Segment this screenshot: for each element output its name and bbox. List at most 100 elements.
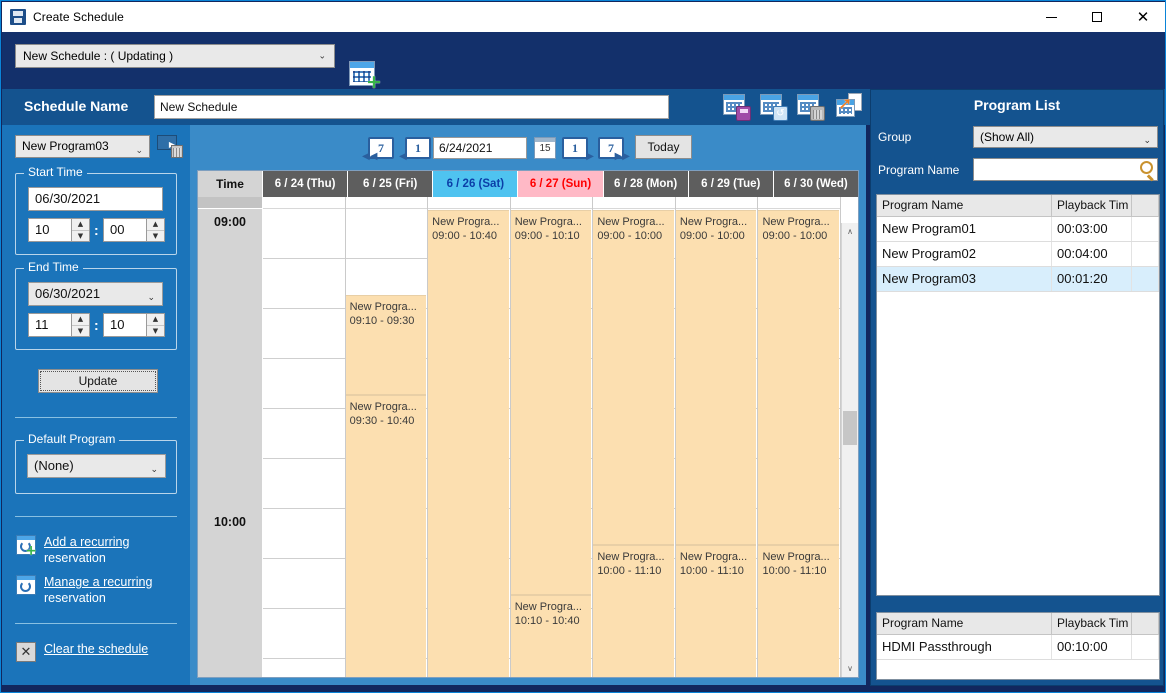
col-header-program-name[interactable]: Program Name: [877, 195, 1052, 217]
start-date-field[interactable]: 06/30/2021: [28, 187, 163, 211]
start-minute-stepper[interactable]: 00 ▲ ▼: [103, 218, 165, 242]
today-button[interactable]: Today: [635, 135, 692, 159]
event-name: New Progra...: [349, 301, 417, 313]
default-program-value: (None): [34, 458, 74, 473]
clear-schedule-line1: Clear the schedule: [44, 642, 149, 656]
calendar-date-input[interactable]: 6/24/2021: [433, 137, 527, 159]
next-week-button[interactable]: 7 ▶▶: [598, 137, 630, 163]
scroll-down-icon[interactable]: ∨: [842, 660, 858, 677]
day-column-3[interactable]: New Progra... 09:00 - 10:10 New Progra..…: [510, 197, 594, 677]
left-sidebar: New Program03 ⌄ Start Time 06/30/2021 10…: [2, 125, 190, 685]
table-row[interactable]: HDMI Passthrough 00:10:00: [877, 635, 1159, 660]
day-header-2[interactable]: 6 / 26 (Sat): [433, 171, 519, 197]
day-column-1[interactable]: New Progra... 09:10 - 09:30 New Progra..…: [345, 197, 429, 677]
program-select[interactable]: New Program03 ⌄: [15, 135, 150, 158]
chevron-down-icon: ⌄: [318, 50, 326, 61]
cell-program-name: New Program03: [877, 267, 1052, 291]
table-row[interactable]: New Program03 00:01:20: [877, 267, 1159, 292]
end-date-field[interactable]: 06/30/2021 ⌄: [28, 282, 163, 306]
new-schedule-button[interactable]: +: [349, 61, 382, 92]
day-header-6[interactable]: 6 / 30 (Wed): [773, 171, 858, 197]
prev-week-button[interactable]: 7 ◀◀: [362, 137, 394, 163]
day-header-0[interactable]: 6 / 24 (Thu): [263, 171, 349, 197]
end-minute-stepper[interactable]: 10 ▲ ▼: [103, 313, 165, 337]
event-block[interactable]: New Progra... 09:00 - 10:00: [758, 210, 840, 545]
close-button[interactable]: ✕: [1120, 2, 1165, 32]
day-header-4[interactable]: 6 / 28 (Mon): [603, 171, 689, 197]
start-hour-up-icon[interactable]: ▲: [72, 219, 89, 231]
time-gap-cell: [198, 197, 262, 209]
search-icon[interactable]: [1140, 161, 1153, 174]
window-controls: ✕: [1028, 2, 1165, 32]
clear-schedule-link[interactable]: ✕ Clear the schedule: [16, 641, 148, 662]
day-header-5[interactable]: 6 / 29 (Tue): [688, 171, 774, 197]
end-minute-down-icon[interactable]: ▼: [147, 326, 164, 337]
maximize-button[interactable]: [1074, 2, 1120, 32]
end-hour-up-icon[interactable]: ▲: [72, 314, 89, 326]
chevron-down-icon: ⌄: [1143, 135, 1151, 145]
event-time: 09:00 - 10:00: [762, 230, 828, 242]
end-time-legend: End Time: [24, 260, 83, 274]
add-recurring-reservation-link[interactable]: + Add a recurring reservation: [16, 534, 129, 566]
update-button[interactable]: Update: [38, 369, 158, 393]
group-select[interactable]: (Show All) ⌄: [973, 126, 1158, 148]
add-recurring-line1: Add a recurring: [44, 535, 130, 549]
cell-playback-time: 00:03:00: [1052, 217, 1132, 241]
col-header-program-name[interactable]: Program Name: [877, 613, 1052, 635]
event-block[interactable]: New Progra... 09:00 - 10:00: [675, 210, 757, 545]
group-filter-row: Group (Show All) ⌄: [878, 126, 1158, 148]
event-block[interactable]: New Progra... 09:00 - 10:10: [510, 210, 592, 595]
day-header-3[interactable]: 6 / 27 (Sun): [518, 171, 604, 197]
scrollbar-thumb[interactable]: [843, 411, 857, 445]
manage-recurring-reservation-link[interactable]: Manage a recurring reservation: [16, 574, 152, 606]
day-column-4[interactable]: New Progra... 09:00 - 10:00 New Progra..…: [593, 197, 676, 677]
calendar-scrollbar[interactable]: ∧ ∨: [841, 223, 858, 677]
cell-program-name: HDMI Passthrough: [877, 635, 1052, 659]
minimize-button[interactable]: [1028, 2, 1074, 32]
start-hour-stepper[interactable]: 10 ▲ ▼: [28, 218, 90, 242]
left-arrow-icon: ◀: [399, 151, 407, 162]
export-schedule-icon[interactable]: ➚: [834, 93, 862, 121]
event-name: New Progra...: [597, 551, 665, 563]
table-row[interactable]: New Program01 00:03:00: [877, 217, 1159, 242]
day-column-0[interactable]: [263, 197, 346, 677]
end-time-separator: :: [94, 317, 99, 333]
end-minute-up-icon[interactable]: ▲: [147, 314, 164, 326]
close-icon: ✕: [1136, 7, 1150, 26]
start-hour-down-icon[interactable]: ▼: [72, 231, 89, 242]
event-block[interactable]: New Progra... 10:10 - 10:40: [510, 595, 592, 677]
program-name-search-input[interactable]: [973, 158, 1158, 181]
event-block[interactable]: New Progra... 10:00 - 11:10: [675, 545, 757, 677]
scroll-up-icon[interactable]: ∧: [842, 223, 858, 240]
prev-day-button[interactable]: 1 ◀: [399, 137, 431, 163]
end-hour-down-icon[interactable]: ▼: [72, 326, 89, 337]
col-header-playback-time[interactable]: Playback Tim: [1052, 613, 1132, 635]
event-block[interactable]: New Progra... 10:00 - 11:10: [593, 545, 674, 677]
day-column-5[interactable]: New Progra... 09:00 - 10:00 New Progra..…: [675, 197, 759, 677]
table-row[interactable]: New Program02 00:04:00: [877, 242, 1159, 267]
revert-schedule-icon[interactable]: ↺: [760, 93, 788, 121]
end-hour-stepper[interactable]: 11 ▲ ▼: [28, 313, 90, 337]
event-block[interactable]: New Progra... 10:00 - 11:10: [758, 545, 840, 677]
event-block[interactable]: New Progra... 09:00 - 10:00: [593, 210, 674, 545]
col-header-playback-time[interactable]: Playback Tim: [1052, 195, 1132, 217]
schedule-name-input[interactable]: New Schedule: [154, 95, 669, 119]
event-block[interactable]: New Progra... 09:30 - 10:40: [345, 395, 427, 677]
default-program-select[interactable]: (None) ⌄: [27, 454, 166, 478]
cell-program-name: New Program01: [877, 217, 1052, 241]
delete-program-icon[interactable]: [157, 135, 183, 158]
start-minute-up-icon[interactable]: ▲: [147, 219, 164, 231]
next-day-button[interactable]: 1 ▶: [562, 137, 594, 163]
save-schedule-icon[interactable]: [723, 93, 751, 121]
event-block[interactable]: New Progra... 09:10 - 09:30: [345, 295, 427, 395]
cell-playback-time: 00:04:00: [1052, 242, 1132, 266]
schedule-select[interactable]: New Schedule : ( Updating ) ⌄: [15, 44, 335, 68]
day-column-2[interactable]: New Progra... 09:00 - 10:40: [428, 197, 511, 677]
double-right-arrow-icon: ▶▶: [614, 151, 630, 162]
day-column-6[interactable]: New Progra... 09:00 - 10:00 New Progra..…: [758, 197, 842, 677]
day-header-1[interactable]: 6 / 25 (Fri): [348, 171, 434, 197]
event-block[interactable]: New Progra... 09:00 - 10:40: [428, 210, 509, 677]
delete-schedule-icon[interactable]: [797, 93, 825, 121]
start-minute-down-icon[interactable]: ▼: [147, 231, 164, 242]
calendar-picker-icon[interactable]: 15: [534, 137, 556, 159]
